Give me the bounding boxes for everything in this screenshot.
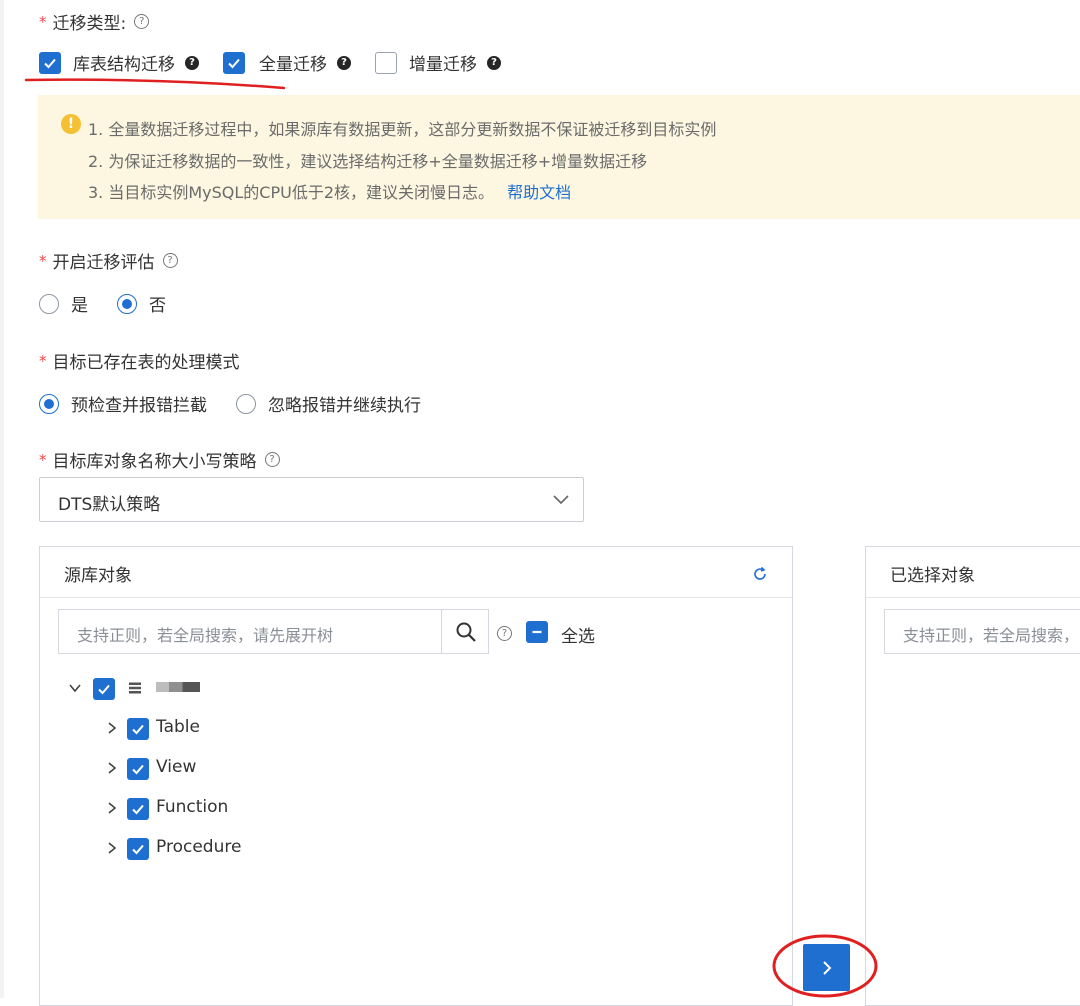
case-policy-select[interactable]: DTS默认策略 bbox=[39, 477, 584, 522]
assessment-options: 是 否 bbox=[39, 291, 166, 316]
question-icon[interactable]: ? bbox=[487, 55, 501, 70]
warning-icon: ! bbox=[61, 114, 81, 134]
notice-line-2: 2. 为保证迁移数据的一致性，建议选择结构迁移+全量数据迁移+增量数据迁移 bbox=[88, 152, 648, 171]
full-migration-label: 全量迁移 bbox=[259, 55, 327, 75]
redacted-database-name bbox=[156, 682, 200, 692]
chevron-right-icon[interactable] bbox=[105, 841, 119, 855]
page-left-edge bbox=[0, 0, 4, 998]
chevron-right-icon[interactable] bbox=[105, 801, 119, 815]
required-mark: * bbox=[39, 351, 47, 370]
existing-table-mode-options: 预检查并报错拦截 忽略报错并继续执行 bbox=[39, 391, 421, 416]
ignore-error-radio[interactable] bbox=[236, 393, 256, 414]
chevron-down-icon[interactable] bbox=[68, 681, 82, 695]
notice-line-3: 3. 当目标实例MySQL的CPU低于2核，建议关闭慢日志。 帮助文档 bbox=[88, 179, 571, 203]
tree-checkbox-procedure[interactable] bbox=[127, 838, 149, 860]
check-icon bbox=[132, 724, 144, 735]
chevron-right-icon[interactable] bbox=[105, 761, 119, 775]
chevron-right-icon[interactable] bbox=[105, 721, 119, 735]
question-icon[interactable]: ? bbox=[185, 55, 199, 70]
check-icon bbox=[132, 804, 144, 815]
tree-item-table[interactable]: Table bbox=[156, 717, 200, 737]
minus-icon bbox=[532, 630, 542, 634]
tree-item-procedure[interactable]: Procedure bbox=[156, 837, 241, 857]
assessment-no-radio[interactable] bbox=[117, 293, 137, 314]
tree-checkbox-function[interactable] bbox=[127, 798, 149, 820]
selected-search-input[interactable]: 支持正则，若全局搜索， bbox=[884, 609, 1080, 654]
database-checkbox[interactable] bbox=[93, 678, 115, 700]
check-icon bbox=[98, 684, 110, 695]
precheck-error-radio[interactable] bbox=[39, 393, 59, 414]
case-policy-value: DTS默认策略 bbox=[58, 495, 161, 515]
migration-type-text: 迁移类型: bbox=[52, 14, 127, 34]
existing-table-mode-text: 目标已存在表的处理模式 bbox=[52, 353, 240, 373]
required-mark: * bbox=[39, 251, 47, 270]
selected-panel-header: 已选择对象 bbox=[866, 547, 1080, 598]
schema-migration-label: 库表结构迁移 bbox=[73, 55, 175, 75]
database-icon bbox=[129, 682, 141, 694]
source-panel-title: 源库对象 bbox=[64, 566, 132, 586]
select-all-checkbox[interactable] bbox=[526, 621, 548, 643]
help-icon[interactable]: ? bbox=[162, 253, 178, 268]
notice-line-1: 1. 全量数据迁移过程中，如果源库有数据更新，这部分更新数据不保证被迁移到目标实… bbox=[88, 120, 717, 139]
select-all-label: 全选 bbox=[561, 627, 595, 647]
search-icon[interactable] bbox=[455, 621, 477, 643]
assessment-no-label: 否 bbox=[149, 296, 166, 316]
case-policy-text: 目标库对象名称大小写策略 bbox=[52, 452, 257, 472]
question-icon[interactable]: ? bbox=[337, 55, 351, 70]
existing-table-mode-label: * 目标已存在表的处理模式 bbox=[39, 348, 240, 374]
annotation-circle bbox=[772, 934, 878, 998]
check-icon bbox=[132, 844, 144, 855]
selected-search-placeholder: 支持正则，若全局搜索， bbox=[903, 626, 1080, 645]
tree-checkbox-view[interactable] bbox=[127, 758, 149, 780]
assessment-yes-radio[interactable] bbox=[39, 293, 59, 314]
search-divider bbox=[441, 610, 442, 653]
chevron-down-icon bbox=[553, 495, 569, 505]
source-search-placeholder: 支持正则，若全局搜索，请先展开树 bbox=[77, 626, 334, 645]
assessment-label: * 开启迁移评估 ? bbox=[39, 248, 178, 273]
precheck-error-label: 预检查并报错拦截 bbox=[71, 396, 207, 416]
incremental-migration-checkbox[interactable] bbox=[375, 51, 397, 74]
migration-type-label: * 迁移类型: ? bbox=[39, 9, 150, 34]
selected-objects-panel: 已选择对象 支持正则，若全局搜索， bbox=[865, 546, 1080, 1006]
help-doc-link[interactable]: 帮助文档 bbox=[507, 183, 571, 202]
tree-checkbox-table[interactable] bbox=[127, 718, 149, 740]
assessment-text: 开启迁移评估 bbox=[52, 253, 155, 273]
source-panel-header: 源库对象 bbox=[40, 547, 792, 598]
check-icon bbox=[44, 58, 56, 68]
source-search-input[interactable]: 支持正则，若全局搜索，请先展开树 bbox=[58, 609, 489, 654]
notice-line-3-text: 3. 当目标实例MySQL的CPU低于2核，建议关闭慢日志。 bbox=[88, 183, 495, 202]
required-mark: * bbox=[39, 450, 47, 469]
migration-type-options: 库表结构迁移 ? 全量迁移 ? 增量迁移 ? bbox=[39, 50, 501, 75]
annotation-underline bbox=[24, 78, 286, 90]
source-objects-panel: 源库对象 支持正则，若全局搜索，请先展开树 ? 全选 Table View Fu… bbox=[39, 546, 793, 1006]
ignore-error-label: 忽略报错并继续执行 bbox=[268, 396, 421, 416]
selected-panel-title: 已选择对象 bbox=[890, 566, 975, 586]
refresh-icon[interactable] bbox=[752, 566, 768, 582]
required-mark: * bbox=[39, 12, 47, 31]
check-icon bbox=[228, 58, 240, 68]
help-icon[interactable]: ? bbox=[264, 452, 280, 467]
tree-item-view[interactable]: View bbox=[156, 757, 196, 777]
assessment-yes-label: 是 bbox=[71, 296, 88, 316]
incremental-migration-label: 增量迁移 bbox=[409, 55, 477, 75]
schema-migration-checkbox[interactable] bbox=[39, 51, 61, 74]
full-migration-checkbox[interactable] bbox=[223, 51, 245, 74]
tree-item-function[interactable]: Function bbox=[156, 797, 228, 817]
check-icon bbox=[132, 764, 144, 775]
help-icon[interactable]: ? bbox=[497, 626, 512, 641]
case-policy-label: * 目标库对象名称大小写策略 ? bbox=[39, 447, 280, 472]
help-icon[interactable]: ? bbox=[134, 14, 150, 29]
